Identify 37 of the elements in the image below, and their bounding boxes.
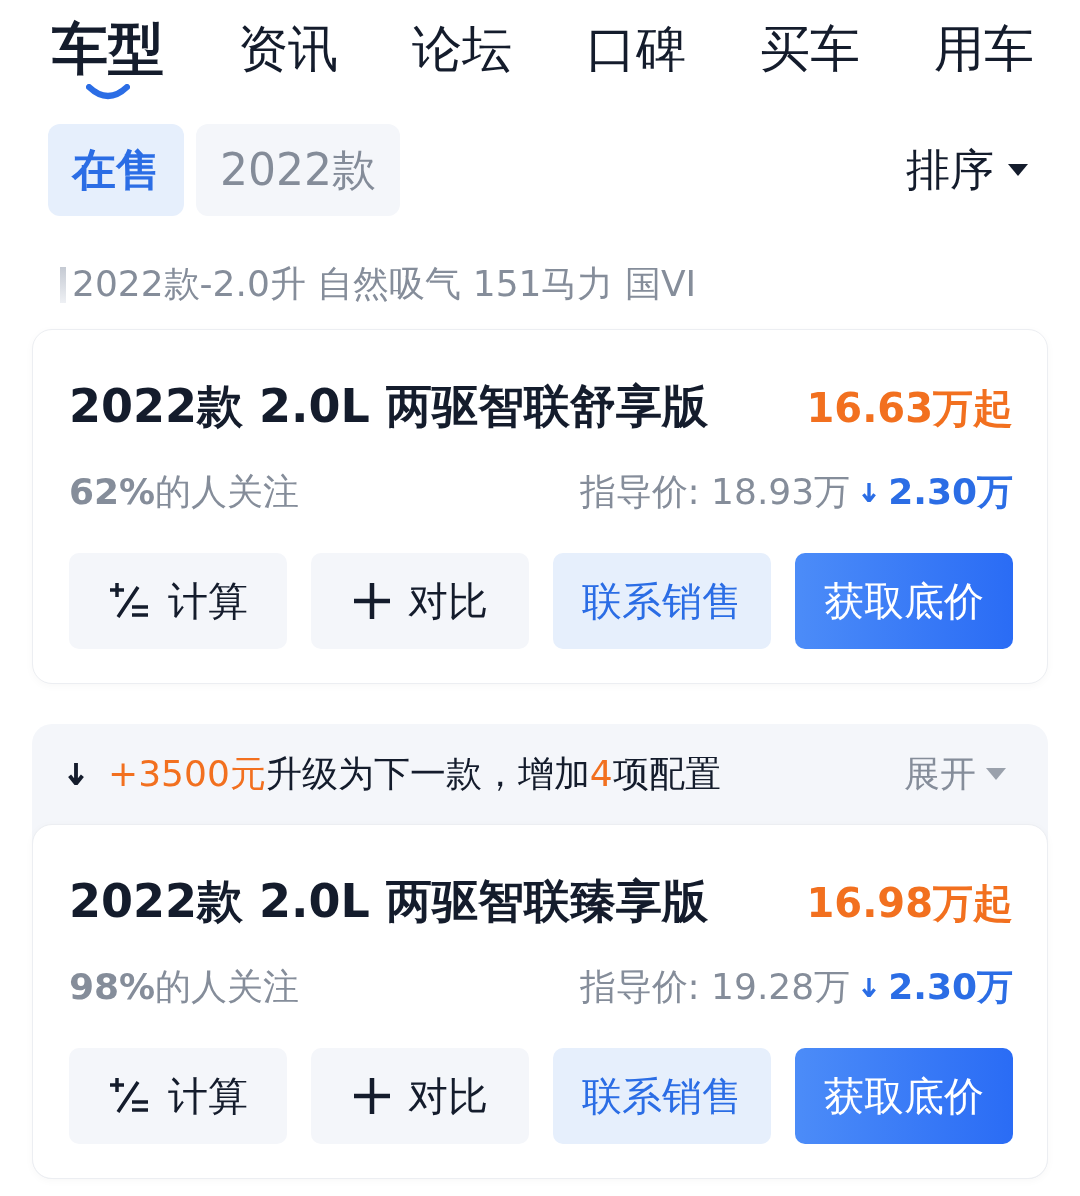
price: 16.63万起	[806, 384, 1013, 433]
filter-chip[interactable]: 在售	[48, 124, 184, 216]
down-arrow-icon	[68, 762, 84, 786]
caret-icon	[1008, 164, 1028, 176]
calculate-button[interactable]: 计算	[69, 1048, 287, 1144]
nav-tab[interactable]: 买车	[760, 14, 860, 84]
nav-tab[interactable]: 口碑	[586, 14, 686, 84]
contact-sales-button[interactable]: 联系销售	[553, 553, 771, 649]
attention-text: 98%的人关注	[69, 965, 300, 1009]
down-arrow-icon	[862, 977, 877, 998]
sort-button[interactable]: 排序	[906, 140, 1048, 200]
section-title: 2022款-2.0升 自然吸气 151马力 国VI	[72, 262, 697, 306]
active-tab-indicator	[86, 84, 130, 102]
trim-name: 2022款 2.0L 两驱智联臻享版	[69, 873, 708, 930]
discount: 2.30万	[888, 965, 1013, 1009]
guide-price: 指导价: 18.93万	[579, 470, 851, 514]
guide-price: 指导价: 19.28万	[579, 965, 851, 1009]
section-marker	[60, 266, 66, 303]
nav-tab[interactable]: 用车	[934, 14, 1034, 84]
down-arrow-icon	[862, 482, 877, 503]
plus-icon	[352, 581, 392, 621]
upgrade-text: +3500元升级为下一款，增加4项配置	[108, 751, 721, 796]
calculate-button[interactable]: 计算	[69, 553, 287, 649]
compare-button[interactable]: 对比	[311, 1048, 529, 1144]
caret-icon	[986, 768, 1006, 780]
plus-icon	[352, 1076, 392, 1116]
nav-tab[interactable]: 资讯	[238, 14, 338, 84]
attention-text: 62%的人关注	[69, 470, 300, 514]
trim-name: 2022款 2.0L 两驱智联舒享版	[69, 378, 708, 435]
price: 16.98万起	[806, 879, 1013, 928]
contact-sales-button[interactable]: 联系销售	[553, 1048, 771, 1144]
nav-tab[interactable]: 车型	[52, 14, 164, 84]
nav-tab[interactable]: 论坛	[412, 14, 512, 84]
get-price-button[interactable]: 获取底价	[795, 553, 1013, 649]
compare-button[interactable]: 对比	[311, 553, 529, 649]
get-price-button[interactable]: 获取底价	[795, 1048, 1013, 1144]
discount: 2.30万	[888, 470, 1013, 514]
